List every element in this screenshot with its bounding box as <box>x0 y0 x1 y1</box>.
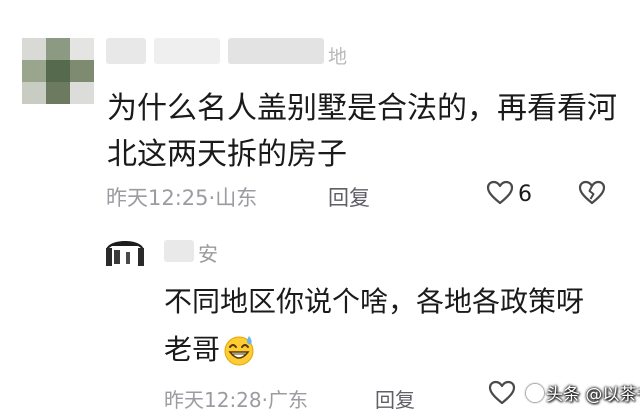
reply-button[interactable]: 回复 <box>375 384 415 413</box>
comment-text: 为什么名人盖别墅是合法的，再看看河北这两天拆的房子 <box>107 91 617 172</box>
comment-time: 昨天12:28 <box>164 388 262 412</box>
watermark-text: 头条 @以茶书 <box>546 385 640 405</box>
username-visible-fragment: 地 <box>328 46 348 68</box>
laughing-sweat-emoji <box>222 333 256 382</box>
comment-meta: 昨天12:28·广东 <box>164 384 308 413</box>
avatar[interactable] <box>104 234 146 268</box>
comment-location: 广东 <box>268 388 308 412</box>
comment-meta: 昨天12:25·山东 <box>106 182 257 212</box>
avatar[interactable] <box>22 38 94 104</box>
watermark: 头条 @以茶书 <box>526 380 640 405</box>
username-visible-fragment: 安 <box>198 242 218 266</box>
comment-text: 不同地区你说个啥，各地各政策呀老哥 <box>164 278 604 382</box>
like-count: 6 <box>518 182 532 207</box>
comment-time: 昨天12:25 <box>106 186 209 210</box>
broken-heart-icon[interactable] <box>578 180 606 210</box>
cut-off-previous-content: · · · · · · <box>140 0 283 11</box>
comment-location: 山东 <box>215 186 258 210</box>
heart-outline-icon[interactable] <box>488 380 516 410</box>
username[interactable]: 地 <box>106 38 368 72</box>
toutiao-logo-icon <box>526 384 544 402</box>
reply-button[interactable]: 回复 <box>328 182 370 212</box>
heart-outline-icon[interactable] <box>486 180 514 210</box>
